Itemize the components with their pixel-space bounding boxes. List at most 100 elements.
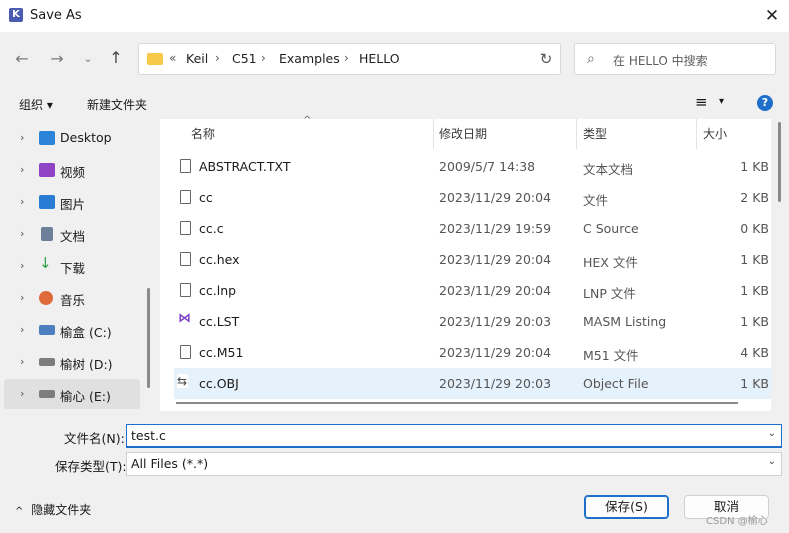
- desktop-icon: [39, 131, 55, 145]
- filename-input[interactable]: test.c ⌄: [126, 424, 782, 448]
- nav-label: 音乐: [60, 293, 86, 308]
- file-date: 2023/11/29 20:03: [439, 376, 552, 391]
- nav-label: 图片: [60, 197, 86, 212]
- recent-dropdown-icon[interactable]: ⌄: [77, 48, 99, 70]
- breadcrumb-keil[interactable]: Keil: [186, 51, 208, 66]
- save-button[interactable]: 保存(S): [584, 495, 669, 519]
- nav-label: 视频: [60, 165, 86, 180]
- nav-item-drive-c[interactable]: › 榆盒 (C:): [4, 315, 140, 345]
- file-row[interactable]: ABSTRACT.TXT 2009/5/7 14:38 文本文档 1 KB: [174, 151, 771, 182]
- file-icon: [180, 283, 191, 297]
- file-row[interactable]: ⋈ cc.LST 2023/11/29 20:03 MASM Listing 1…: [174, 306, 771, 337]
- new-folder-button[interactable]: 新建文件夹: [87, 96, 147, 113]
- column-header-size[interactable]: 大小: [703, 125, 727, 142]
- nav-item-drive-d[interactable]: › 榆树 (D:): [4, 347, 140, 377]
- nav-label: 榆心 (E:): [60, 389, 111, 404]
- chevron-down-icon[interactable]: ⌄: [768, 456, 776, 467]
- file-row[interactable]: cc.M51 2023/11/29 20:04 M51 文件 4 KB: [174, 337, 771, 368]
- file-type: Object File: [583, 376, 649, 391]
- filetype-select[interactable]: All Files (*.*) ⌄: [126, 452, 782, 476]
- back-arrow-icon[interactable]: ←: [11, 48, 33, 70]
- file-row[interactable]: ⇆ cc.OBJ 2023/11/29 20:03 Object File 1 …: [174, 368, 771, 399]
- column-divider[interactable]: [696, 119, 697, 149]
- nav-item-videos[interactable]: › 视频: [4, 155, 140, 185]
- address-bar[interactable]: « Keil › C51 › Examples › HELLO ↻: [138, 43, 561, 75]
- file-name: cc: [199, 190, 213, 205]
- file-date: 2023/11/29 19:59: [439, 221, 552, 236]
- sort-up-icon: ^: [303, 115, 312, 126]
- breadcrumb-hello[interactable]: HELLO: [359, 51, 400, 66]
- file-type: 文本文档: [583, 162, 634, 177]
- c-source-icon: [180, 221, 191, 235]
- text-file-icon: [180, 159, 191, 173]
- close-icon[interactable]: ✕: [759, 4, 785, 28]
- nav-label: 文档: [60, 229, 86, 244]
- file-date: 2023/11/29 20:03: [439, 314, 552, 329]
- object-file-icon: ⇆: [177, 374, 188, 388]
- column-divider[interactable]: [433, 119, 434, 149]
- column-header-date[interactable]: 修改日期: [439, 125, 487, 142]
- nav-item-desktop[interactable]: › Desktop: [4, 123, 140, 153]
- file-row[interactable]: cc 2023/11/29 20:04 文件 2 KB: [174, 182, 771, 213]
- column-header-type[interactable]: 类型: [583, 125, 607, 142]
- filename-value[interactable]: test.c: [131, 428, 166, 443]
- search-box[interactable]: ⌕ 在 HELLO 中搜索: [574, 43, 776, 75]
- column-divider[interactable]: [576, 119, 577, 149]
- chevron-right-icon[interactable]: ›: [20, 259, 24, 272]
- breadcrumb-overflow[interactable]: «: [169, 51, 176, 65]
- file-size: 1 KB: [740, 314, 769, 329]
- organize-menu[interactable]: 组织 ▾: [19, 96, 53, 113]
- up-arrow-icon[interactable]: ↑: [105, 47, 127, 69]
- chevron-up-icon: ^: [15, 506, 24, 517]
- breadcrumb-examples[interactable]: Examples: [279, 51, 340, 66]
- file-name: cc.c: [199, 221, 224, 236]
- file-type: LNP 文件: [583, 286, 636, 301]
- file-date: 2023/11/29 20:04: [439, 252, 552, 267]
- refresh-icon[interactable]: ↻: [535, 48, 557, 70]
- help-icon[interactable]: ?: [757, 95, 773, 111]
- file-size: 1 KB: [740, 159, 769, 174]
- breadcrumb-separator: ›: [344, 51, 349, 65]
- filetype-label: 保存类型(T):: [55, 459, 127, 474]
- nav-item-drive-e[interactable]: › 榆心 (E:): [4, 379, 140, 409]
- file-type: MASM Listing: [583, 314, 667, 329]
- nav-item-documents[interactable]: › 文档: [4, 219, 140, 249]
- file-row[interactable]: cc.hex 2023/11/29 20:04 HEX 文件 1 KB: [174, 244, 771, 275]
- file-row[interactable]: cc.c 2023/11/29 19:59 C Source 0 KB: [174, 213, 771, 244]
- file-date: 2023/11/29 20:04: [439, 345, 552, 360]
- chevron-right-icon[interactable]: ›: [20, 163, 24, 176]
- file-size: 0 KB: [740, 221, 769, 236]
- file-list-scrollbar[interactable]: [778, 122, 781, 202]
- chevron-right-icon[interactable]: ›: [20, 291, 24, 304]
- file-name: cc.OBJ: [199, 376, 239, 391]
- view-options-icon[interactable]: ≡: [695, 93, 708, 111]
- file-icon: [180, 190, 191, 204]
- view-dropdown-icon[interactable]: ▾: [719, 96, 724, 107]
- column-header-name[interactable]: 名称: [191, 125, 215, 142]
- file-row[interactable]: cc.lnp 2023/11/29 20:04 LNP 文件 1 KB: [174, 275, 771, 306]
- nav-item-pictures[interactable]: › 图片: [4, 187, 140, 217]
- file-size: 2 KB: [740, 190, 769, 205]
- chevron-right-icon[interactable]: ›: [20, 387, 24, 400]
- nav-scrollbar[interactable]: [147, 288, 150, 388]
- app-icon: K: [9, 8, 23, 22]
- file-icon: [180, 345, 191, 359]
- chevron-right-icon[interactable]: ›: [20, 227, 24, 240]
- nav-item-music[interactable]: › 音乐: [4, 283, 140, 313]
- chevron-right-icon[interactable]: ›: [20, 323, 24, 336]
- file-date: 2023/11/29 20:04: [439, 283, 552, 298]
- hide-folders-toggle[interactable]: ^ 隐藏文件夹: [15, 501, 91, 518]
- title-bar: K Save As ✕: [0, 0, 789, 32]
- breadcrumb-c51[interactable]: C51: [232, 51, 257, 66]
- chevron-down-icon[interactable]: ⌄: [768, 428, 776, 439]
- drive-c-icon: [39, 325, 55, 335]
- file-size: 1 KB: [740, 252, 769, 267]
- chevron-right-icon[interactable]: ›: [20, 355, 24, 368]
- file-icon: [180, 252, 191, 266]
- nav-item-downloads[interactable]: › ↓ 下载: [4, 251, 140, 281]
- chevron-right-icon[interactable]: ›: [20, 131, 24, 144]
- horizontal-scrollbar[interactable]: [176, 402, 738, 404]
- forward-arrow-icon[interactable]: →: [46, 48, 68, 70]
- chevron-right-icon[interactable]: ›: [20, 195, 24, 208]
- folder-icon: [147, 53, 163, 65]
